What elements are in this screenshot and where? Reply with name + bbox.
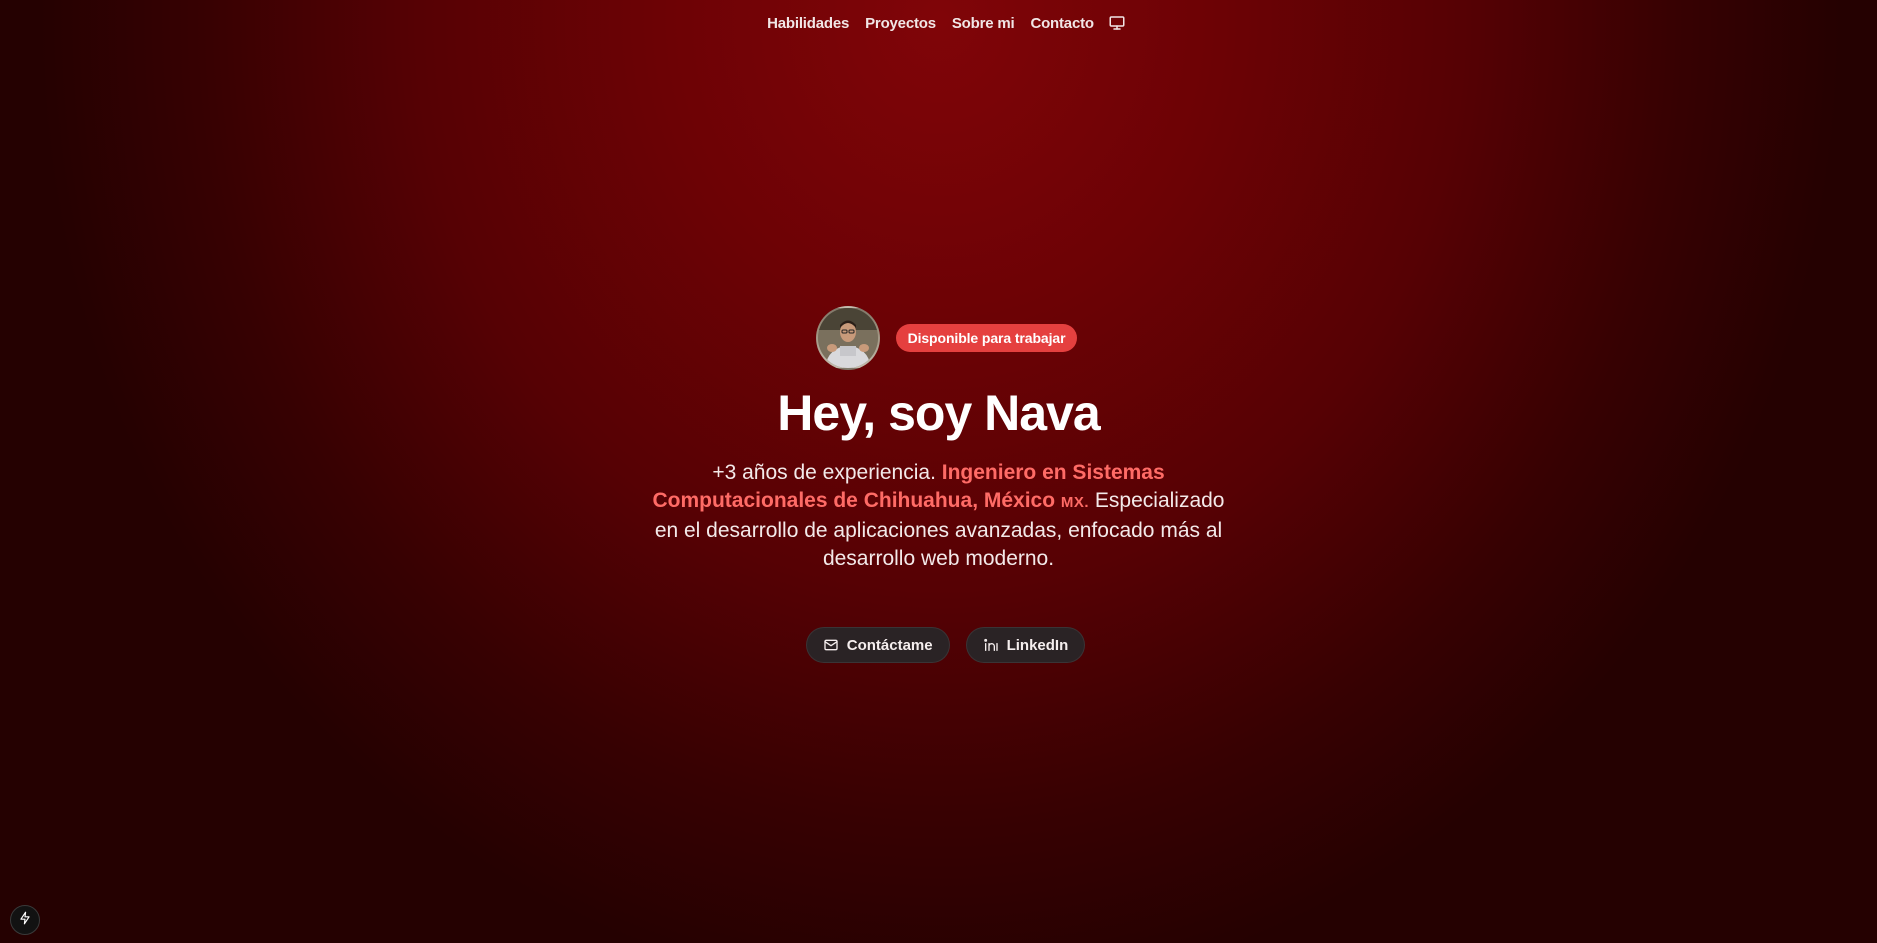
mail-icon <box>823 637 839 653</box>
page-title: Hey, soy Nava <box>777 385 1100 441</box>
lightning-icon <box>18 911 32 930</box>
nav-link-sobre-mi[interactable]: Sobre mi <box>944 15 1023 32</box>
profile-row: Disponible para trabajar <box>815 306 1078 370</box>
intro-paragraph: +3 años de experiencia. Ingeniero en Sis… <box>649 459 1229 573</box>
cta-row: Contáctame LinkedIn <box>805 627 1086 663</box>
avatar <box>815 306 880 370</box>
hero-section: Disponible para trabajar Hey, soy Nava +… <box>0 306 1877 663</box>
nav-links: Habilidades Proyectos Sobre mi Contacto <box>759 14 1126 32</box>
contact-button-label: Contáctame <box>846 636 933 654</box>
intro-experience: +3 años de experiencia. <box>712 461 942 484</box>
nav-link-habilidades[interactable]: Habilidades <box>759 15 857 32</box>
status-badge: Disponible para trabajar <box>895 324 1078 352</box>
country-flag: MX. <box>1060 494 1090 511</box>
contact-button[interactable]: Contáctame <box>805 627 950 663</box>
linkedin-button[interactable]: LinkedIn <box>965 627 1086 663</box>
avatar-portrait <box>817 308 878 368</box>
linkedin-icon <box>983 637 999 653</box>
nav-link-contacto[interactable]: Contacto <box>1022 15 1101 32</box>
dev-tools-button[interactable] <box>10 905 40 935</box>
linkedin-button-label: LinkedIn <box>1006 636 1069 654</box>
nav-link-proyectos[interactable]: Proyectos <box>857 15 944 32</box>
monitor-icon[interactable] <box>1108 14 1126 32</box>
top-nav: Habilidades Proyectos Sobre mi Contacto <box>0 0 1877 46</box>
